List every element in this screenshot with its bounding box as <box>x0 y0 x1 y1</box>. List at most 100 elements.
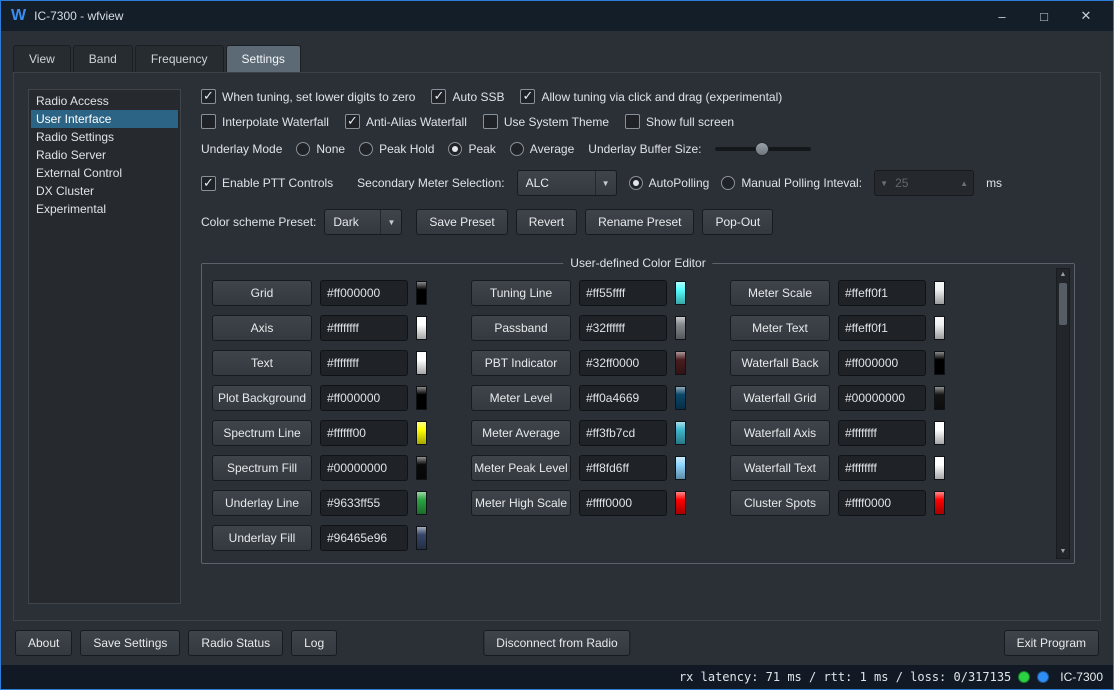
checkbox-icon <box>345 114 360 129</box>
spin-up-icon[interactable]: ▲ <box>955 179 973 188</box>
tab-settings[interactable]: Settings <box>226 45 301 72</box>
spectrum-fill-hex-input[interactable] <box>320 455 408 481</box>
waterfall-back-hex-input[interactable] <box>838 350 926 376</box>
interpolate-waterfall-checkbox[interactable]: Interpolate Waterfall <box>201 114 329 129</box>
manual-polling-radio[interactable]: Manual Polling Inteval: <box>721 176 862 190</box>
disconnect-button[interactable]: Disconnect from Radio <box>483 630 630 656</box>
underlay-fill-hex-input[interactable] <box>320 525 408 551</box>
passband-color-button[interactable]: Passband <box>471 315 571 341</box>
exit-program-button[interactable]: Exit Program <box>1004 630 1099 656</box>
popout-button[interactable]: Pop-Out <box>702 209 773 235</box>
enable-ptt-checkbox[interactable]: Enable PTT Controls <box>201 176 333 191</box>
waterfall-axis-hex-input[interactable] <box>838 420 926 446</box>
sidebar-item-user-interface[interactable]: User Interface <box>31 110 178 128</box>
color-row-tuning-line: Tuning Line <box>471 280 686 306</box>
pbt-indicator-hex-input[interactable] <box>579 350 667 376</box>
sidebar-item-radio-server[interactable]: Radio Server <box>31 146 178 164</box>
underlay-none-radio[interactable]: None <box>296 142 345 156</box>
tab-band[interactable]: Band <box>73 45 133 72</box>
sidebar-item-experimental[interactable]: Experimental <box>31 200 178 218</box>
plot-background-color-button[interactable]: Plot Background <box>212 385 312 411</box>
scroll-up-icon[interactable]: ▲ <box>1060 269 1067 281</box>
meter-level-hex-input[interactable] <box>579 385 667 411</box>
auto-ssb-checkbox[interactable]: Auto SSB <box>431 89 504 104</box>
spectrum-fill-color-button[interactable]: Spectrum Fill <box>212 455 312 481</box>
autopolling-radio[interactable]: AutoPolling <box>629 176 710 190</box>
underlay-peak-hold-radio[interactable]: Peak Hold <box>359 142 434 156</box>
spectrum-line-hex-input[interactable] <box>320 420 408 446</box>
waterfall-axis-color-button[interactable]: Waterfall Axis <box>730 420 830 446</box>
underlay-fill-color-button[interactable]: Underlay Fill <box>212 525 312 551</box>
meter-average-hex-input[interactable] <box>579 420 667 446</box>
revert-button[interactable]: Revert <box>516 209 577 235</box>
meter-high-scale-color-button[interactable]: Meter High Scale <box>471 490 571 516</box>
save-settings-button[interactable]: Save Settings <box>80 630 180 656</box>
sidebar-item-radio-access[interactable]: Radio Access <box>31 92 178 110</box>
slider-handle[interactable] <box>755 142 769 156</box>
waterfall-grid-color-button[interactable]: Waterfall Grid <box>730 385 830 411</box>
passband-hex-input[interactable] <box>579 315 667 341</box>
meter-peak-level-hex-input[interactable] <box>579 455 667 481</box>
text-hex-input[interactable] <box>320 350 408 376</box>
meter-average-color-button[interactable]: Meter Average <box>471 420 571 446</box>
grid-color-button[interactable]: Grid <box>212 280 312 306</box>
status-bar: rx latency: 71 ms / rtt: 1 ms / loss: 0/… <box>1 665 1113 689</box>
color-row-axis: Axis <box>212 315 427 341</box>
scrollbar-thumb[interactable] <box>1059 283 1067 325</box>
spin-down-icon[interactable]: ▼ <box>875 179 893 188</box>
cluster-spots-color-button[interactable]: Cluster Spots <box>730 490 830 516</box>
maximize-button[interactable]: □ <box>1027 9 1061 24</box>
tuning-line-color-button[interactable]: Tuning Line <box>471 280 571 306</box>
waterfall-text-hex-input[interactable] <box>838 455 926 481</box>
log-button[interactable]: Log <box>291 630 337 656</box>
use-system-theme-checkbox[interactable]: Use System Theme <box>483 114 609 129</box>
meter-text-hex-input[interactable] <box>838 315 926 341</box>
meter-text-color-button[interactable]: Meter Text <box>730 315 830 341</box>
save-preset-button[interactable]: Save Preset <box>416 209 507 235</box>
pbt-indicator-color-button[interactable]: PBT Indicator <box>471 350 571 376</box>
minimize-button[interactable]: – <box>985 9 1019 24</box>
axis-hex-input[interactable] <box>320 315 408 341</box>
sidebar-item-external-control[interactable]: External Control <box>31 164 178 182</box>
cluster-spots-hex-input[interactable] <box>838 490 926 516</box>
tab-frequency[interactable]: Frequency <box>135 45 224 72</box>
about-button[interactable]: About <box>15 630 72 656</box>
scroll-down-icon[interactable]: ▼ <box>1060 546 1067 558</box>
allow-tuning-drag-checkbox[interactable]: Allow tuning via click and drag (experim… <box>520 89 782 104</box>
waterfall-grid-hex-input[interactable] <box>838 385 926 411</box>
secondary-meter-select[interactable]: ALC ▼ <box>517 170 617 196</box>
color-preset-select[interactable]: Dark ▼ <box>324 209 402 235</box>
polling-interval-spinner[interactable]: ▼ 25 ▲ <box>874 170 974 196</box>
close-button[interactable]: ✕ <box>1069 8 1103 24</box>
sidebar-item-radio-settings[interactable]: Radio Settings <box>31 128 178 146</box>
when-tuning-checkbox[interactable]: When tuning, set lower digits to zero <box>201 89 415 104</box>
spectrum-line-color-button[interactable]: Spectrum Line <box>212 420 312 446</box>
waterfall-text-color-button[interactable]: Waterfall Text <box>730 455 830 481</box>
underlay-buffer-slider[interactable] <box>715 140 811 158</box>
rename-preset-button[interactable]: Rename Preset <box>585 209 694 235</box>
plot-background-hex-input[interactable] <box>320 385 408 411</box>
spectrum-line-color-swatch <box>416 421 427 445</box>
meter-scale-color-button[interactable]: Meter Scale <box>730 280 830 306</box>
meter-high-scale-hex-input[interactable] <box>579 490 667 516</box>
radio-icon <box>296 142 310 156</box>
radio-status-button[interactable]: Radio Status <box>188 630 283 656</box>
meter-level-color-button[interactable]: Meter Level <box>471 385 571 411</box>
underlay-peak-radio[interactable]: Peak <box>448 142 495 156</box>
tuning-line-hex-input[interactable] <box>579 280 667 306</box>
meter-peak-level-color-button[interactable]: Meter Peak Level <box>471 455 571 481</box>
show-full-screen-checkbox[interactable]: Show full screen <box>625 114 734 129</box>
tab-view[interactable]: View <box>13 45 71 72</box>
text-color-button[interactable]: Text <box>212 350 312 376</box>
meter-scale-hex-input[interactable] <box>838 280 926 306</box>
grid-hex-input[interactable] <box>320 280 408 306</box>
sidebar-item-dx-cluster[interactable]: DX Cluster <box>31 182 178 200</box>
underlay-average-radio[interactable]: Average <box>510 142 574 156</box>
underlay-line-hex-input[interactable] <box>320 490 408 516</box>
color-editor-scrollbar[interactable]: ▲ ▼ <box>1056 268 1070 559</box>
underlay-line-color-button[interactable]: Underlay Line <box>212 490 312 516</box>
anti-alias-waterfall-checkbox[interactable]: Anti-Alias Waterfall <box>345 114 467 129</box>
underlay-peak-label: Peak <box>468 142 495 156</box>
axis-color-button[interactable]: Axis <box>212 315 312 341</box>
waterfall-back-color-button[interactable]: Waterfall Back <box>730 350 830 376</box>
